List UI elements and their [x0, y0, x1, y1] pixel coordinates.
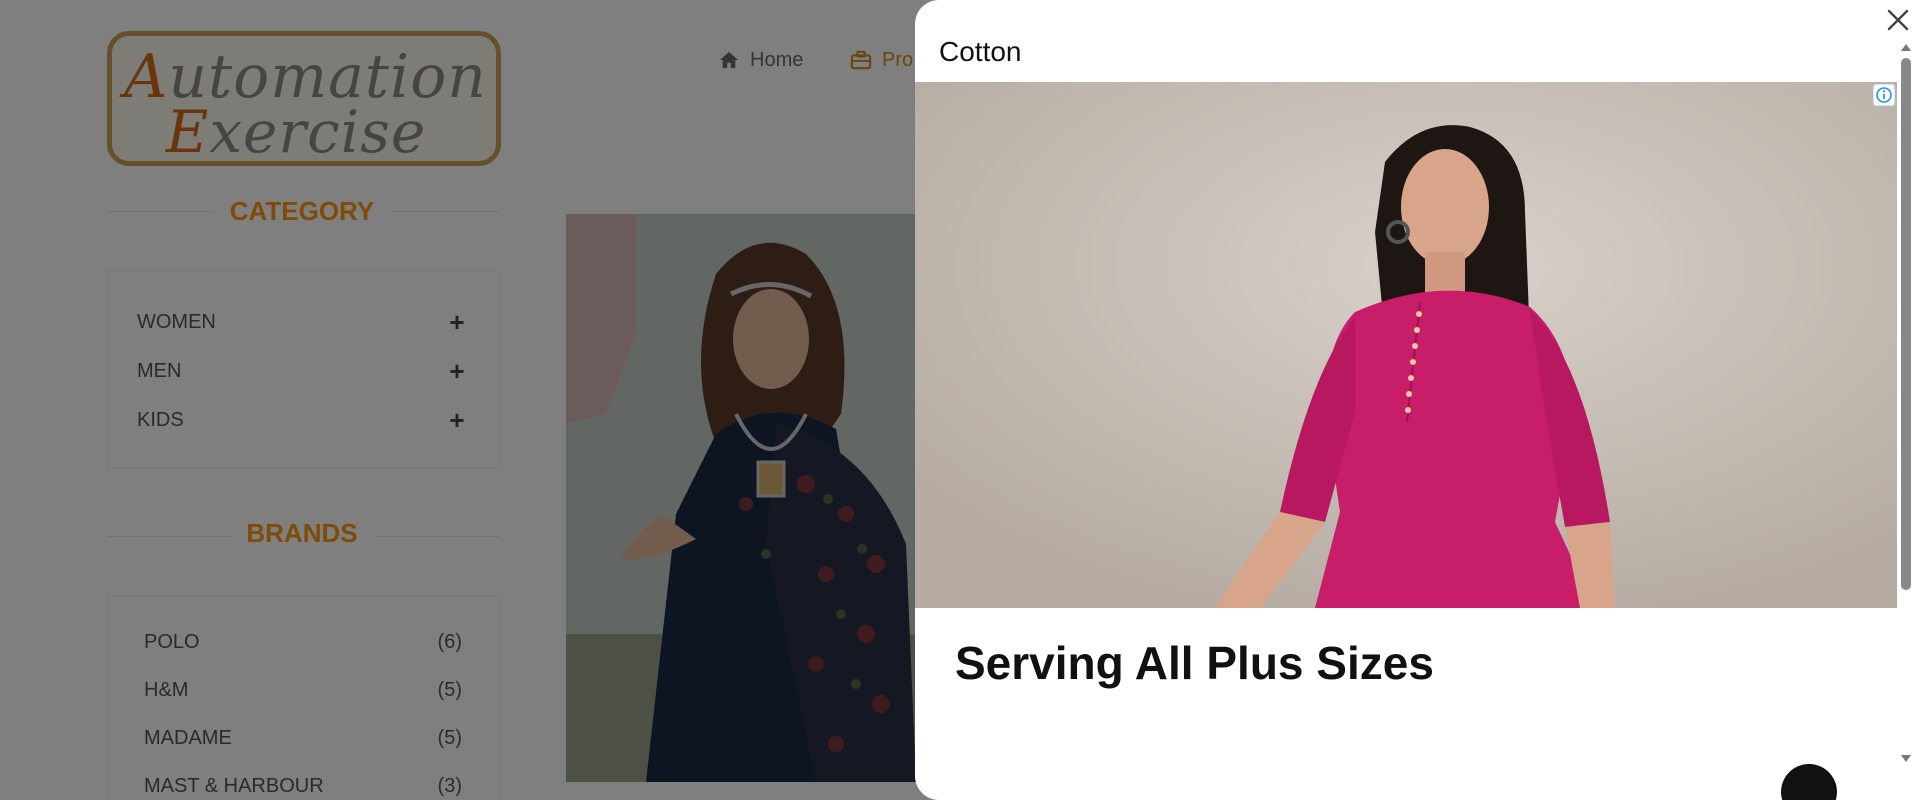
ad-headline[interactable]: Serving All Plus Sizes [955, 636, 1434, 690]
scroll-thumb[interactable] [1901, 58, 1911, 590]
info-icon[interactable] [1873, 84, 1895, 106]
ad-modal: Cotton Serving All Plus Sizes [915, 0, 1920, 800]
scroll-down-arrow-icon[interactable] [1898, 752, 1914, 766]
ad-title: Cotton [939, 36, 1022, 67]
scroll-up-arrow-icon[interactable] [1898, 40, 1914, 54]
page: Automation Exercise Home Pro CATEGORY WO… [0, 0, 1920, 800]
kurta-model-illustration [915, 82, 1897, 608]
ad-image[interactable] [915, 82, 1897, 608]
ad-cta-partial[interactable] [1781, 764, 1837, 800]
close-icon[interactable] [1882, 4, 1914, 36]
